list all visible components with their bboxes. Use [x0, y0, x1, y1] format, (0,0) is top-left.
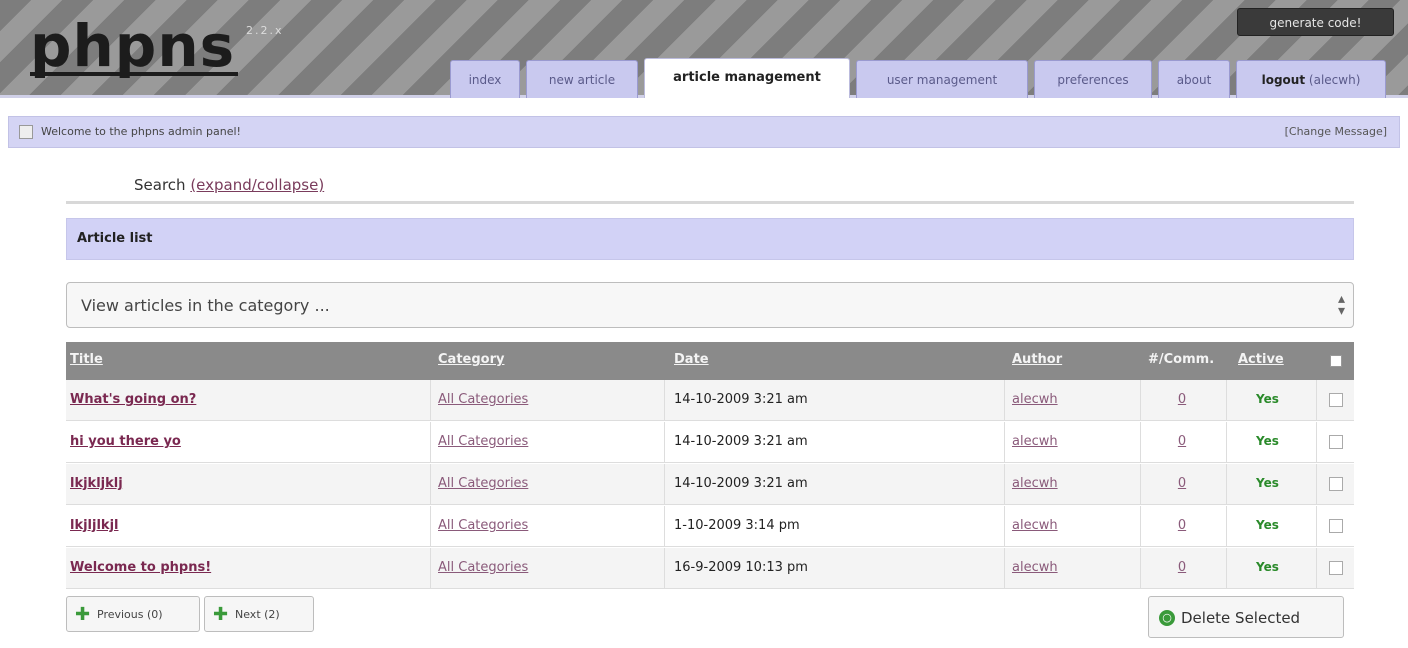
logout-username: (alecwh) [1308, 73, 1361, 87]
tab-user-management[interactable]: user management [856, 60, 1028, 98]
article-category-link[interactable]: All Categories [438, 392, 528, 407]
col-category[interactable]: Category [438, 352, 504, 367]
col-title[interactable]: Title [70, 352, 103, 367]
tab-preferences[interactable]: preferences [1034, 60, 1152, 98]
previous-button[interactable]: ✚ Previous (0) [66, 596, 200, 632]
article-category-link[interactable]: All Categories [438, 518, 528, 533]
header: phpns 2.2.x generate code! index new art… [0, 0, 1408, 98]
next-button[interactable]: ✚ Next (2) [204, 596, 314, 632]
search-toggle-link[interactable]: (expand/collapse) [190, 176, 324, 194]
logo-underline [30, 72, 238, 76]
col-comments: #/Comm. [1148, 352, 1215, 367]
delete-selected-button[interactable]: ○ Delete Selected [1148, 596, 1344, 638]
search-label: Search [134, 176, 186, 194]
plus-icon: ✚ [75, 604, 91, 625]
article-date: 1-10-2009 3:14 pm [674, 518, 800, 533]
row-checkbox[interactable] [1329, 435, 1343, 449]
search-section: Search (expand/collapse) [66, 168, 1354, 204]
article-active-status[interactable]: Yes [1256, 476, 1279, 490]
article-author-link[interactable]: alecwh [1012, 518, 1058, 533]
row-checkbox[interactable] [1329, 393, 1343, 407]
article-title-link[interactable]: hi you there yo [70, 434, 181, 449]
select-all-checkbox[interactable] [1330, 355, 1342, 367]
article-active-status[interactable]: Yes [1256, 392, 1279, 406]
table-row: lkjljlkjl All Categories 1-10-2009 3:14 … [66, 506, 1354, 547]
table-header: Title Category Date Author #/Comm. Activ… [66, 342, 1354, 380]
article-active-status[interactable]: Yes [1256, 434, 1279, 448]
article-category-link[interactable]: All Categories [438, 560, 528, 575]
article-comments-link[interactable]: 0 [1162, 518, 1202, 533]
table-row: What's going on? All Categories 14-10-20… [66, 380, 1354, 421]
tab-new-article[interactable]: new article [526, 60, 638, 98]
col-date[interactable]: Date [674, 352, 709, 367]
message-icon [19, 125, 33, 139]
article-comments-link[interactable]: 0 [1162, 560, 1202, 575]
col-active[interactable]: Active [1238, 352, 1284, 367]
welcome-message: Welcome to the phpns admin panel! [41, 125, 241, 138]
article-comments-link[interactable]: 0 [1162, 434, 1202, 449]
article-title-link[interactable]: What's going on? [70, 392, 196, 407]
article-category-link[interactable]: All Categories [438, 476, 528, 491]
tab-about[interactable]: about [1158, 60, 1230, 98]
plus-icon: ✚ [213, 604, 229, 625]
tab-article-management[interactable]: article management [644, 58, 850, 98]
select-arrows-icon: ▴ ▾ [1337, 291, 1345, 319]
delete-icon: ○ [1159, 610, 1175, 626]
article-date: 16-9-2009 10:13 pm [674, 560, 808, 575]
row-checkbox[interactable] [1329, 519, 1343, 533]
row-checkbox[interactable] [1329, 561, 1343, 575]
article-comments-link[interactable]: 0 [1162, 392, 1202, 407]
col-author[interactable]: Author [1012, 352, 1062, 367]
category-select[interactable]: View articles in the category ... ▴ ▾ [66, 282, 1354, 328]
welcome-bar: Welcome to the phpns admin panel! [Chang… [8, 116, 1400, 148]
article-title-link[interactable]: lkjljlkjl [70, 518, 118, 533]
article-title-link[interactable]: Welcome to phpns! [70, 560, 211, 575]
article-comments-link[interactable]: 0 [1162, 476, 1202, 491]
generate-code-button[interactable]: generate code! [1237, 8, 1394, 36]
article-active-status[interactable]: Yes [1256, 518, 1279, 532]
article-author-link[interactable]: alecwh [1012, 434, 1058, 449]
change-message-link[interactable]: [Change Message] [1285, 125, 1387, 138]
article-list-header: Article list [66, 218, 1354, 260]
table-row: lkjkljklj All Categories 14-10-2009 3:21… [66, 464, 1354, 505]
article-title-link[interactable]: lkjkljklj [70, 476, 123, 491]
article-author-link[interactable]: alecwh [1012, 392, 1058, 407]
article-date: 14-10-2009 3:21 am [674, 476, 808, 491]
article-active-status[interactable]: Yes [1256, 560, 1279, 574]
article-category-link[interactable]: All Categories [438, 434, 528, 449]
logout-label: logout [1261, 73, 1306, 87]
table-row: hi you there yo All Categories 14-10-200… [66, 422, 1354, 463]
version-label: 2.2.x [246, 24, 284, 37]
delete-selected-label: Delete Selected [1181, 609, 1301, 627]
previous-label: Previous (0) [97, 608, 163, 621]
article-author-link[interactable]: alecwh [1012, 476, 1058, 491]
article-author-link[interactable]: alecwh [1012, 560, 1058, 575]
next-label: Next (2) [235, 608, 280, 621]
category-select-value: View articles in the category ... [81, 296, 330, 315]
article-date: 14-10-2009 3:21 am [674, 392, 808, 407]
tab-logout[interactable]: logout (alecwh) [1236, 60, 1386, 98]
article-list-title: Article list [77, 231, 153, 246]
table-row: Welcome to phpns! All Categories 16-9-20… [66, 548, 1354, 589]
tab-index[interactable]: index [450, 60, 520, 98]
logo[interactable]: phpns [30, 14, 250, 78]
search-heading: Search (expand/collapse) [134, 176, 324, 194]
article-date: 14-10-2009 3:21 am [674, 434, 808, 449]
row-checkbox[interactable] [1329, 477, 1343, 491]
